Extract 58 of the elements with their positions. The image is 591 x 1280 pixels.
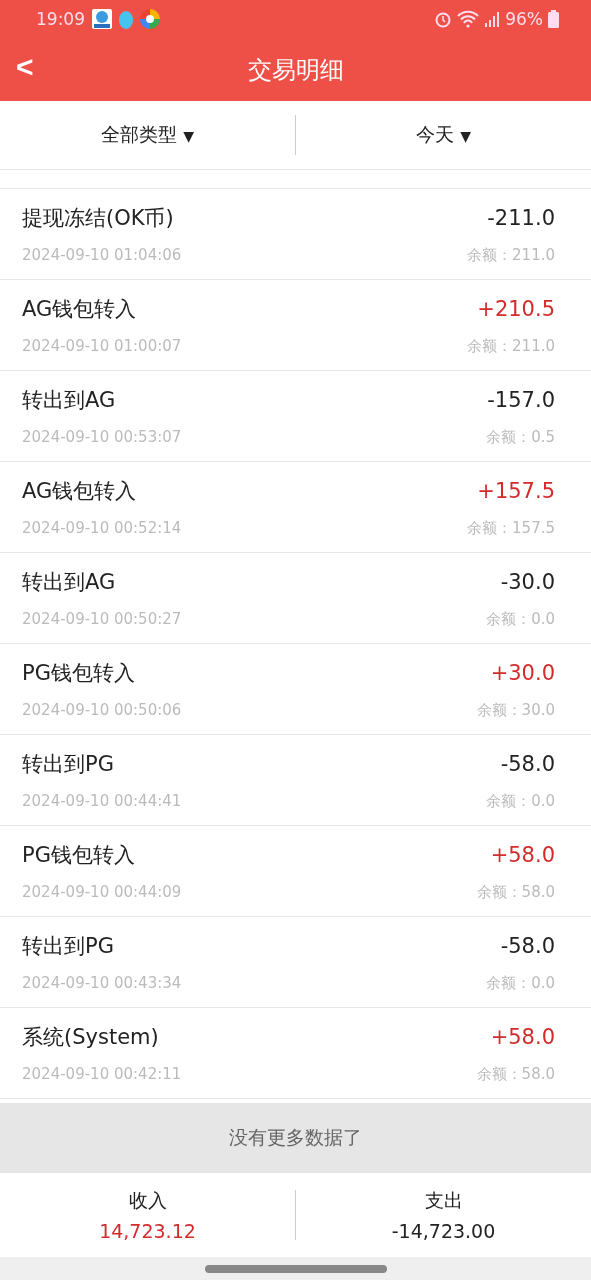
transaction-amount: -30.0 <box>500 569 555 594</box>
transaction-title: AG钱包转入 <box>22 295 137 323</box>
transaction-title: 转出到PG <box>22 750 114 778</box>
transaction-time: 2024-09-10 00:52:14 <box>22 518 182 537</box>
page-title: 交易明细 <box>247 54 344 86</box>
balance-text: 余额：157.5 <box>467 518 555 538</box>
transaction-title: PG钱包转入 <box>22 841 135 869</box>
filter-dropdown[interactable]: 今天 ▼ <box>296 121 591 149</box>
transaction-time: 2024-09-10 00:43:34 <box>22 973 182 992</box>
balance-text: 余额：211.0 <box>467 245 555 265</box>
home-indicator[interactable] <box>204 1264 387 1273</box>
balance-text: 余额：211.0 <box>467 336 555 356</box>
transaction-title: 提现冻结(OK币) <box>22 204 174 232</box>
balance-text: 余额：0.0 <box>486 973 555 993</box>
transaction-amount: +157.5 <box>477 478 555 503</box>
transaction-amount: +58.0 <box>490 1024 555 1049</box>
transaction-title: PG钱包转入 <box>22 659 135 687</box>
transaction-amount: +210.5 <box>477 296 555 321</box>
summary-value: -14,723.00 <box>391 1220 496 1242</box>
transaction-time: 2024-09-10 01:04:06 <box>22 245 182 264</box>
no-more-text: 没有更多数据了 <box>229 1125 362 1150</box>
transaction-title: 系统(System) <box>22 1023 159 1051</box>
transaction-amount: -211.0 <box>487 205 555 230</box>
balance-text: 余额：58.0 <box>476 1064 555 1084</box>
transaction-title: 转出到AG <box>22 386 116 414</box>
wifi-icon <box>457 10 480 28</box>
transaction-title: 转出到AG <box>22 568 116 596</box>
transaction-time: 2024-09-10 00:44:41 <box>22 791 182 810</box>
balance-text: 余额：0.0 <box>486 609 555 629</box>
back-button[interactable]: < <box>10 48 40 86</box>
transaction-title: 转出到PG <box>22 932 114 960</box>
transaction-time: 2024-09-10 00:42:11 <box>22 1064 182 1083</box>
signal-icon <box>484 10 501 28</box>
filter-dropdown[interactable]: 全部类型 ▼ <box>0 121 295 149</box>
transaction-time: 2024-09-10 00:50:27 <box>22 609 182 628</box>
battery-percent: 96% <box>505 9 543 29</box>
transaction-amount: -58.0 <box>500 933 555 958</box>
transaction-amount: -58.0 <box>500 751 555 776</box>
alarm-icon <box>434 10 453 28</box>
transaction-time: 2024-09-10 00:50:06 <box>22 700 182 719</box>
transaction-time: 2024-09-10 00:53:07 <box>22 427 182 446</box>
transaction-time: 2024-09-10 00:44:09 <box>22 882 182 901</box>
balance-text: 余额：0.0 <box>486 791 555 811</box>
transaction-amount: -157.0 <box>487 387 555 412</box>
transaction-title: AG钱包转入 <box>22 477 137 505</box>
status-time: 19:09 <box>36 9 85 29</box>
transaction-amount: +58.0 <box>490 842 555 867</box>
balance-text: 余额：58.0 <box>476 882 555 902</box>
balance-text: 余额：0.5 <box>486 427 555 447</box>
summary-label: 支出 <box>424 1188 463 1213</box>
transaction-amount: +30.0 <box>490 660 555 685</box>
transaction-time: 2024-09-10 01:00:07 <box>22 336 182 355</box>
balance-text: 余额：30.0 <box>476 700 555 720</box>
app-icon <box>140 9 160 29</box>
summary-label: 收入 <box>128 1188 167 1213</box>
app-icon <box>92 9 112 29</box>
summary-value: 14,723.12 <box>99 1220 196 1242</box>
battery-icon <box>548 10 559 28</box>
